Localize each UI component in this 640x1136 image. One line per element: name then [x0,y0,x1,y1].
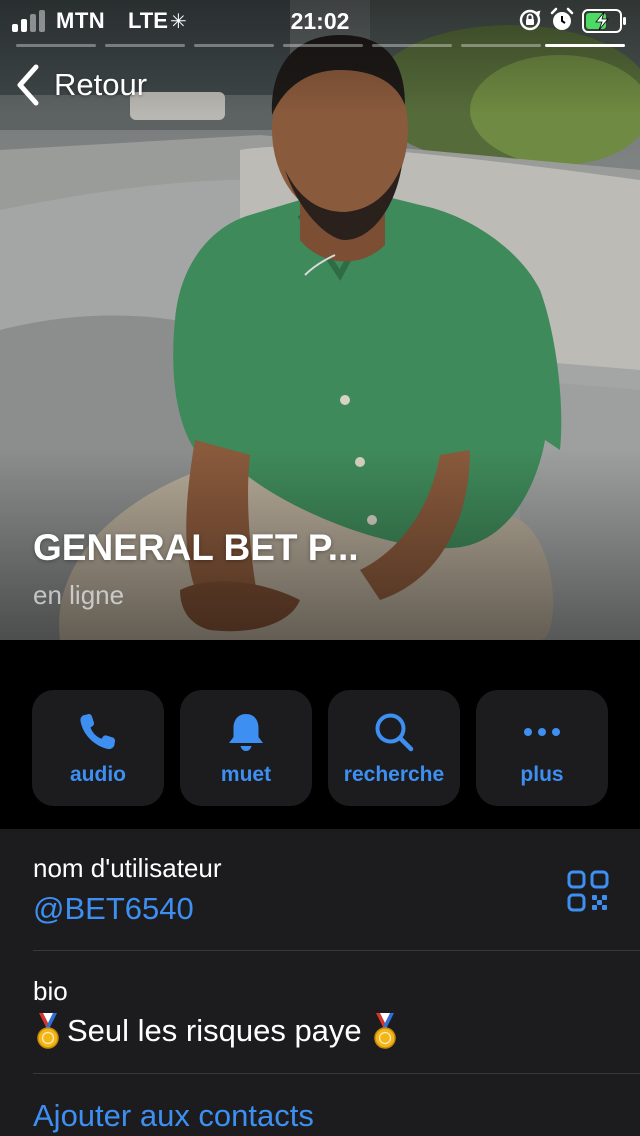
search-icon [375,713,414,752]
bio-text: Seul les risques paye [67,1013,362,1048]
online-status: en ligne [33,580,125,610]
status-time: 21:02 [290,8,350,34]
status-bar: MTN LTE ✳ 21:02 [0,0,640,47]
phone-icon [80,713,116,750]
audio-call-button[interactable]: audio [32,690,164,806]
battery-icon [582,9,626,33]
profile-name: GENERAL BET P... [33,527,359,568]
more-icon [524,728,560,736]
username-label: nom d'utilisateur [33,853,222,883]
bell-icon [229,714,263,751]
divider [33,1073,640,1074]
more-label: plus [520,763,564,786]
bio-label: bio [33,976,68,1006]
mute-button[interactable]: muet [180,690,312,806]
bio-value: Seul les risques paye [33,1011,404,1051]
search-button[interactable]: recherche [328,690,460,806]
divider [33,950,640,951]
rotation-lock-icon [519,9,541,31]
back-label: Retour [54,67,148,102]
medal-icon [373,1013,396,1049]
chevron-left-icon [17,64,39,106]
story-progress-bars [0,42,640,48]
action-buttons: audio muet recherche plus [32,690,608,806]
more-button[interactable]: plus [476,690,608,806]
mute-label: muet [220,763,272,786]
audio-label: audio [70,763,126,786]
profile-info-list: nom d'utilisateur @BET6540 bio Seul les … [0,829,640,1136]
search-label: recherche [343,763,445,786]
username-value[interactable]: @BET6540 [33,891,194,927]
add-to-contacts-button[interactable]: Ajouter aux contacts [33,1098,314,1134]
alarm-icon [550,7,574,30]
qr-code-icon[interactable] [566,869,610,913]
medal-icon [37,1013,59,1049]
back-button[interactable]: Retour [14,60,147,110]
